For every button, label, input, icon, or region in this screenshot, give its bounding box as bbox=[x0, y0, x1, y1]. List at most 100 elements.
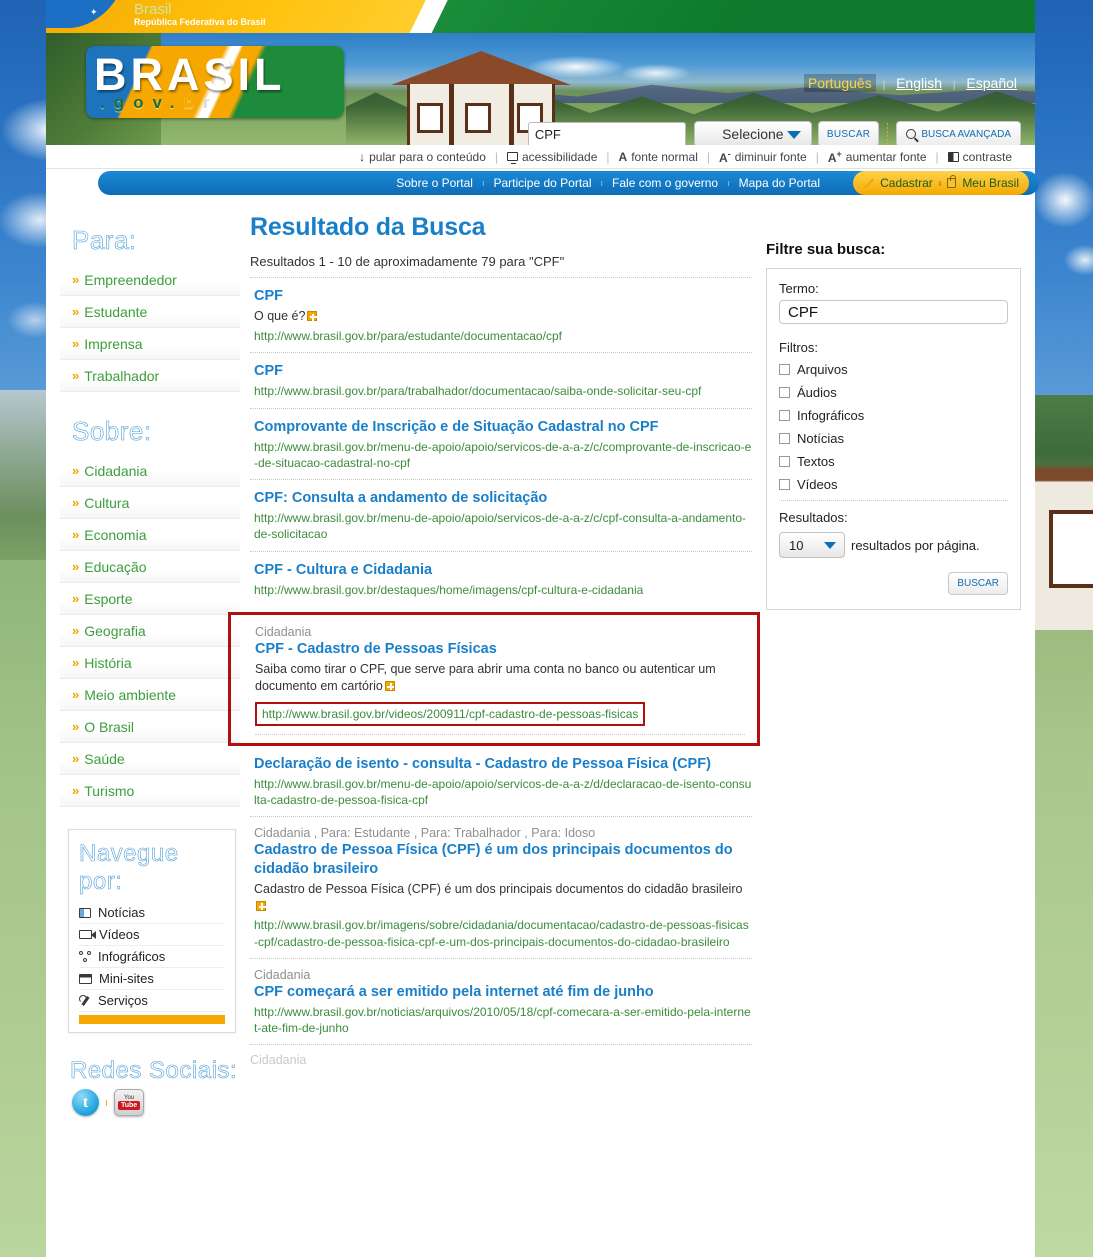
increase-font-button[interactable]: A+ aumentar fonte bbox=[819, 149, 936, 165]
result-title[interactable]: CPF bbox=[254, 287, 752, 305]
result-url[interactable]: http://www.brasil.gov.br/para/estudante/… bbox=[254, 328, 752, 344]
result-item[interactable]: CPF O que é? http://www.brasil.gov.br/pa… bbox=[250, 278, 752, 354]
brasil-gov-br-logo[interactable]: BRASIL .gov.br bbox=[86, 46, 344, 118]
filter-checkbox-noticias[interactable]: Notícias bbox=[779, 431, 1008, 446]
result-title[interactable]: CPF - Cadastro de Pessoas Físicas bbox=[255, 640, 745, 658]
filter-checkbox-textos[interactable]: Textos bbox=[779, 454, 1008, 469]
sidebar-item-estudante[interactable]: » Estudante bbox=[60, 296, 240, 328]
expand-plus-icon[interactable] bbox=[384, 680, 395, 691]
meu-brasil-link[interactable]: Meu Brasil bbox=[962, 176, 1019, 190]
result-item[interactable]: CPF http://www.brasil.gov.br/para/trabal… bbox=[250, 353, 752, 409]
result-item[interactable]: Cidadania CPF começará a ser emitido pel… bbox=[250, 959, 752, 1046]
sidebar-item-economia[interactable]: » Economia bbox=[60, 519, 240, 551]
navigate-item-videos[interactable]: Vídeos bbox=[79, 924, 225, 946]
result-title[interactable]: CPF bbox=[254, 362, 752, 380]
sidebar-item-saude[interactable]: » Saúde bbox=[60, 743, 240, 775]
checkbox-icon[interactable] bbox=[779, 364, 790, 375]
navigate-item-mini-sites[interactable]: Mini-sites bbox=[79, 968, 225, 990]
sidebar-item-imprensa[interactable]: » Imprensa bbox=[60, 328, 240, 360]
result-url[interactable]: http://www.brasil.gov.br/noticias/arquiv… bbox=[254, 1004, 752, 1036]
nav-fale-com-o-governo[interactable]: Fale com o governo bbox=[603, 176, 727, 190]
divider bbox=[779, 500, 1008, 501]
sidebar-item-educacao[interactable]: » Educação bbox=[60, 551, 240, 583]
cadastrar-link[interactable]: Cadastrar bbox=[880, 176, 933, 190]
social-separator: ı bbox=[105, 1096, 109, 1109]
result-category: Cidadania bbox=[254, 967, 311, 982]
filter-checkbox-infograficos[interactable]: Infográficos bbox=[779, 408, 1008, 423]
navigate-item-label: Vídeos bbox=[99, 927, 140, 942]
nav-participe-do-portal[interactable]: Participe do Portal bbox=[484, 176, 600, 190]
filter-search-button[interactable]: BUSCAR bbox=[948, 572, 1008, 595]
result-url[interactable]: http://www.brasil.gov.br/destaques/home/… bbox=[254, 582, 752, 598]
sidebar-item-empreendedor[interactable]: » Empreendedor bbox=[60, 264, 240, 296]
expand-plus-icon[interactable] bbox=[307, 311, 318, 322]
sidebar-item-esporte[interactable]: » Esporte bbox=[60, 583, 240, 615]
result-item[interactable]: CPF - Cultura e Cidadania http://www.bra… bbox=[250, 552, 752, 606]
term-input[interactable] bbox=[779, 300, 1008, 324]
language-espanol[interactable]: Español bbox=[962, 74, 1021, 92]
result-url[interactable]: http://www.brasil.gov.br/menu-de-apoio/a… bbox=[254, 439, 752, 471]
youtube-icon[interactable]: You Tube bbox=[114, 1089, 145, 1116]
result-title[interactable]: CPF começará a ser emitido pela internet… bbox=[254, 983, 752, 1001]
language-separator: | bbox=[882, 80, 886, 91]
result-url[interactable]: http://www.brasil.gov.br/menu-de-apoio/a… bbox=[254, 776, 752, 808]
navigate-item-infograficos[interactable]: Infográficos bbox=[79, 946, 225, 968]
twitter-icon[interactable]: t bbox=[72, 1089, 99, 1116]
search-button[interactable]: BUSCAR bbox=[817, 121, 880, 145]
sidebar-item-turismo[interactable]: » Turismo bbox=[60, 775, 240, 807]
filter-checkbox-audios[interactable]: Áudios bbox=[779, 385, 1008, 400]
normal-font-button[interactable]: A fonte normal bbox=[610, 150, 707, 164]
filter-checkbox-videos[interactable]: Vídeos bbox=[779, 477, 1008, 492]
navigate-item-servicos[interactable]: Serviços bbox=[79, 990, 225, 1012]
results-label: Resultados: bbox=[779, 510, 848, 525]
skip-to-content-link[interactable]: pular para o conteúdo bbox=[350, 150, 495, 164]
result-url[interactable]: http://www.brasil.gov.br/para/trabalhado… bbox=[254, 383, 752, 399]
result-item[interactable]: Declaração de isento - consulta - Cadast… bbox=[250, 746, 752, 818]
language-switcher: Português | English | Español bbox=[803, 74, 1021, 92]
search-scope-select[interactable]: Selecione bbox=[693, 121, 812, 145]
sidebar-item-trabalhador[interactable]: » Trabalhador bbox=[60, 360, 240, 392]
navigate-item-noticias[interactable]: Notícias bbox=[79, 902, 225, 924]
result-item[interactable]: Comprovante de Inscrição e de Situação C… bbox=[250, 409, 752, 480]
expand-plus-icon[interactable] bbox=[256, 900, 266, 911]
nav-mapa-do-portal[interactable]: Mapa do Portal bbox=[730, 176, 829, 190]
checkbox-icon[interactable] bbox=[779, 410, 790, 421]
result-item[interactable]: Cidadania , Para: Estudante , Para: Trab… bbox=[250, 817, 752, 959]
result-item[interactable]: Cidadania CPF - Cadastro de Pessoas Físi… bbox=[255, 625, 745, 735]
language-english[interactable]: English bbox=[892, 74, 946, 92]
chevron-right-icon: » bbox=[72, 336, 79, 351]
sidebar-item-o-brasil[interactable]: » O Brasil bbox=[60, 711, 240, 743]
sidebar-item-cidadania[interactable]: » Cidadania bbox=[60, 455, 240, 487]
navigate-item-label: Mini-sites bbox=[99, 971, 154, 986]
result-title[interactable]: Declaração de isento - consulta - Cadast… bbox=[254, 755, 752, 773]
social-networks-title: Redes Sociais: bbox=[70, 1057, 238, 1085]
language-portugues[interactable]: Português bbox=[803, 74, 876, 92]
sidebar-item-geografia[interactable]: » Geografia bbox=[60, 615, 240, 647]
highlighted-result-box: Cidadania CPF - Cadastro de Pessoas Físi… bbox=[228, 611, 760, 746]
checkbox-icon[interactable] bbox=[779, 456, 790, 467]
result-title[interactable]: CPF - Cultura e Cidadania bbox=[254, 561, 752, 579]
nav-sobre-o-portal[interactable]: Sobre o Portal bbox=[387, 176, 482, 190]
result-url[interactable]: http://www.brasil.gov.br/videos/200911/c… bbox=[262, 707, 638, 721]
filter-checkbox-arquivos[interactable]: Arquivos bbox=[779, 362, 1008, 377]
advanced-search-button[interactable]: BUSCA AVANÇADA bbox=[896, 121, 1021, 145]
results-per-page-select[interactable]: 10 bbox=[779, 532, 845, 558]
result-title[interactable]: Cadastro de Pessoa Física (CPF) é um dos… bbox=[254, 841, 752, 877]
result-title[interactable]: Comprovante de Inscrição e de Situação C… bbox=[254, 418, 752, 436]
result-url[interactable]: http://www.brasil.gov.br/menu-de-apoio/a… bbox=[254, 510, 752, 542]
sidebar-item-cultura[interactable]: » Cultura bbox=[60, 487, 240, 519]
youtube-bottom-label: Tube bbox=[117, 1100, 141, 1111]
result-item[interactable]: CPF: Consulta a andamento de solicitação… bbox=[250, 480, 752, 552]
result-title[interactable]: CPF: Consulta a andamento de solicitação bbox=[254, 489, 752, 507]
sidebar-item-meio-ambiente[interactable]: » Meio ambiente bbox=[60, 679, 240, 711]
sidebar-item-historia[interactable]: » História bbox=[60, 647, 240, 679]
accessibility-link[interactable]: acessibilidade bbox=[498, 150, 606, 164]
result-url[interactable]: http://www.brasil.gov.br/imagens/sobre/c… bbox=[254, 917, 752, 949]
government-band: ✦ Brasil República Federativa do Brasil bbox=[46, 0, 1035, 33]
decrease-font-button[interactable]: A- diminuir fonte bbox=[710, 149, 816, 165]
contrast-button[interactable]: contraste bbox=[939, 150, 1021, 164]
checkbox-icon[interactable] bbox=[779, 387, 790, 398]
search-input[interactable] bbox=[527, 121, 686, 145]
checkbox-icon[interactable] bbox=[779, 479, 790, 490]
checkbox-icon[interactable] bbox=[779, 433, 790, 444]
